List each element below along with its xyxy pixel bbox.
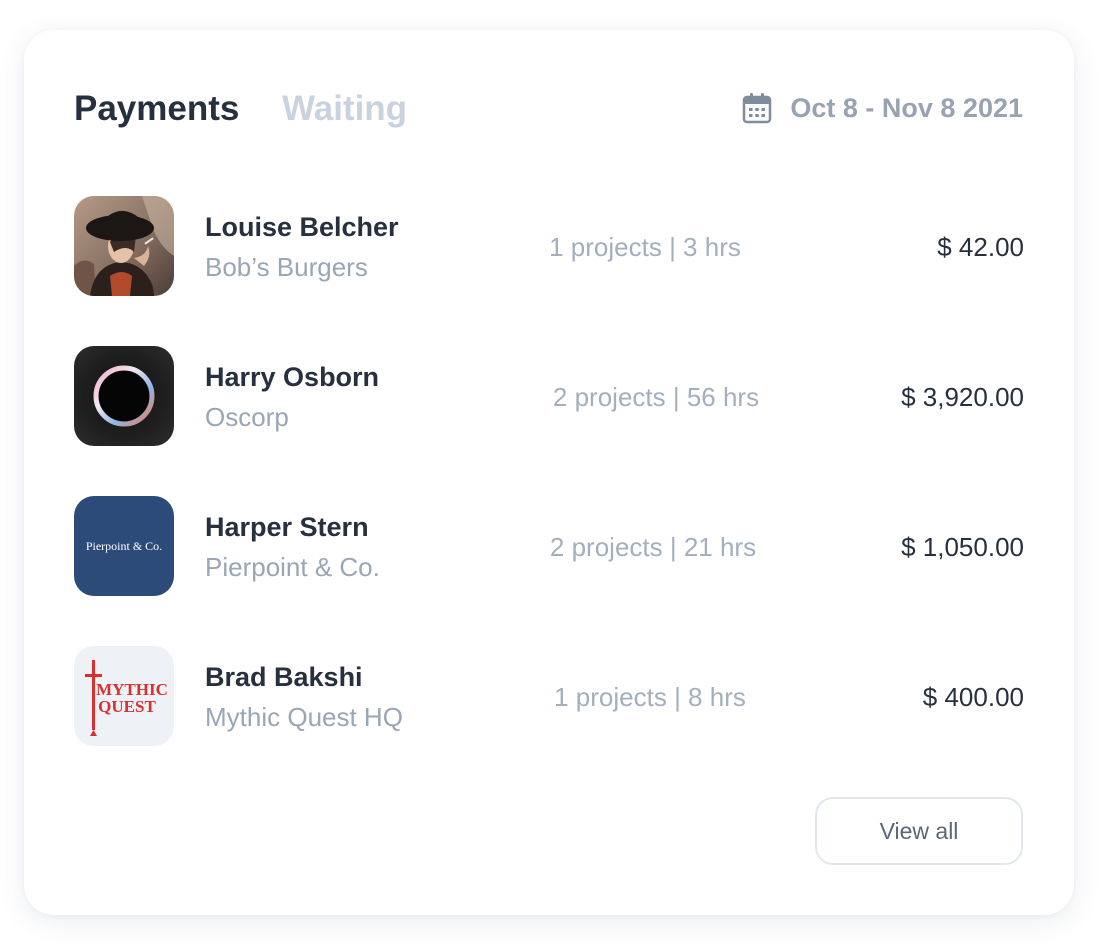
project-hours: 1 projects | 8 hrs [554, 682, 746, 712]
payment-row[interactable]: Harry Osborn Oscorp 2 projects | 56 hrs … [74, 346, 1024, 446]
avatar [74, 346, 174, 446]
portrait-photo-icon [74, 196, 174, 296]
mythic-quest-logo-icon: MYTHIC QUEST [74, 646, 174, 746]
payment-row[interactable]: Pierpoint & Co. Harper Stern Pierpoint &… [74, 496, 1024, 596]
tab-waiting[interactable]: Waiting [282, 88, 407, 130]
pierpoint-logo-icon: Pierpoint & Co. [74, 496, 174, 596]
view-all-button[interactable]: View all [815, 797, 1023, 865]
payment-row[interactable]: Louise Belcher Bob’s Burgers 1 projects … [74, 196, 1024, 296]
project-hours: 2 projects | 21 hrs [549, 532, 757, 562]
tab-payments[interactable]: Payments [74, 88, 239, 130]
client-name: Louise Belcher [205, 212, 399, 242]
pierpoint-logo-text: Pierpoint & Co. [86, 539, 162, 553]
client-name: Brad Bakshi [205, 662, 363, 692]
date-range-label: Oct 8 - Nov 8 2021 [790, 93, 1023, 123]
calendar-icon [743, 93, 772, 124]
ring-logo-icon [74, 346, 174, 446]
payment-amount: $ 400.00 [922, 682, 1024, 712]
client-company: Mythic Quest HQ [205, 702, 403, 732]
payment-row[interactable]: MYTHIC QUEST Brad Bakshi Mythic Quest HQ… [74, 646, 1024, 746]
client-name: Harper Stern [205, 512, 369, 542]
date-range-picker[interactable]: Oct 8 - Nov 8 2021 [742, 90, 1023, 126]
payments-card [24, 30, 1074, 915]
payment-amount: $ 42.00 [937, 232, 1024, 262]
project-hours: 1 projects | 3 hrs [549, 232, 741, 262]
payment-amount: $ 1,050.00 [901, 532, 1024, 562]
avatar [74, 196, 174, 296]
avatar: Pierpoint & Co. [74, 496, 174, 596]
avatar: MYTHIC QUEST [74, 646, 174, 746]
mythic-logo-text-2: QUEST [98, 697, 156, 716]
client-company: Bob’s Burgers [205, 252, 368, 282]
payment-amount: $ 3,920.00 [901, 382, 1024, 412]
project-hours: 2 projects | 56 hrs [552, 382, 760, 412]
client-name: Harry Osborn [205, 362, 380, 392]
client-company: Oscorp [205, 402, 289, 432]
client-company: Pierpoint & Co. [205, 552, 380, 582]
